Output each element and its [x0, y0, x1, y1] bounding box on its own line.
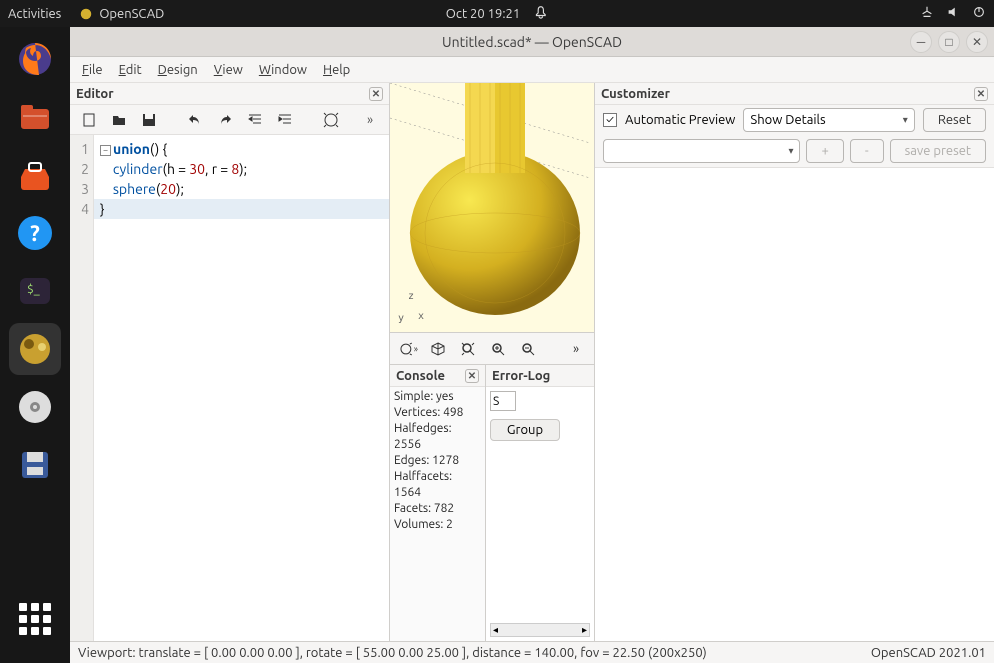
reset-button[interactable]: Reset	[923, 108, 986, 132]
autopreview-label: Automatic Preview	[625, 113, 735, 127]
svg-text:$_: $_	[27, 283, 40, 296]
undo-icon[interactable]	[184, 109, 206, 131]
ubuntu-dock: ? $_	[0, 27, 70, 663]
dock-save[interactable]	[9, 439, 61, 491]
save-preset-button[interactable]: save preset	[890, 139, 986, 163]
console-title: Console	[396, 369, 445, 383]
save-icon[interactable]	[138, 109, 160, 131]
remove-preset-button[interactable]: -	[850, 139, 884, 163]
network-icon[interactable]	[920, 5, 934, 22]
console-output[interactable]: Simple: yes Vertices: 498 Halfedges: 255…	[390, 387, 485, 641]
viewport-status: Viewport: translate = [ 0.00 0.00 0.00 ]…	[78, 646, 707, 660]
current-app[interactable]: OpenSCAD	[79, 7, 164, 21]
preview-icon[interactable]	[320, 109, 342, 131]
dock-disk[interactable]	[9, 381, 61, 433]
zoom-in-icon[interactable]	[488, 339, 508, 359]
axis-z-label: z	[408, 291, 414, 302]
customizer-close-icon[interactable]: ✕	[974, 87, 988, 101]
unindent-icon[interactable]	[244, 109, 266, 131]
dock-files[interactable]	[9, 91, 61, 143]
minimize-button[interactable]: ─	[910, 31, 932, 53]
code-editor[interactable]: 1 2 3 4 −union() { cylinder(h = 30, r = …	[70, 135, 389, 641]
customizer-title: Customizer	[601, 87, 670, 101]
customizer-body	[595, 167, 994, 641]
notification-icon[interactable]	[534, 5, 548, 22]
editor-close-icon[interactable]: ✕	[369, 87, 383, 101]
preset-combo[interactable]: ▾	[603, 139, 800, 163]
statusbar: Viewport: translate = [ 0.00 0.00 0.00 ]…	[70, 641, 994, 663]
gnome-topbar: Activities OpenSCAD Oct 20 19:21	[0, 0, 994, 27]
menu-design[interactable]: Design	[158, 63, 198, 77]
render-icon[interactable]: »	[398, 339, 418, 359]
close-button[interactable]: ✕	[966, 31, 988, 53]
axis-y-label: y	[398, 313, 404, 324]
activities-button[interactable]: Activities	[8, 7, 61, 21]
zoom-out-icon[interactable]	[518, 339, 538, 359]
dock-software[interactable]	[9, 149, 61, 201]
cube-icon[interactable]	[428, 339, 448, 359]
new-icon[interactable]	[78, 109, 100, 131]
menu-file[interactable]: File	[82, 63, 103, 77]
view-toolbar: » »	[390, 333, 594, 365]
console-close-icon[interactable]: ✕	[465, 369, 479, 383]
add-preset-button[interactable]: +	[806, 139, 843, 163]
errorlog-title: Error-Log	[492, 369, 550, 383]
menu-edit[interactable]: Edit	[119, 63, 142, 77]
maximize-button[interactable]: □	[938, 31, 960, 53]
errorlog-filter-input[interactable]	[490, 391, 516, 411]
menu-help[interactable]: Help	[323, 63, 350, 77]
redo-icon[interactable]	[214, 109, 236, 131]
fold-icon[interactable]: −	[100, 145, 111, 156]
titlebar[interactable]: Untitled.scad* — OpenSCAD ─ □ ✕	[70, 27, 994, 57]
view-more-icon[interactable]: »	[566, 339, 586, 359]
clock[interactable]: Oct 20 19:21	[446, 7, 520, 21]
zoom-fit-icon[interactable]	[458, 339, 478, 359]
errorlog-body: Group ◂▸	[486, 387, 594, 641]
open-icon[interactable]	[108, 109, 130, 131]
editor-title: Editor	[76, 87, 114, 101]
dock-firefox[interactable]	[9, 33, 61, 85]
dock-terminal[interactable]: $_	[9, 265, 61, 317]
chevron-down-icon: ▾	[903, 114, 908, 126]
svg-text:?: ?	[30, 221, 40, 246]
axis-x-label: x	[418, 311, 424, 322]
menu-view[interactable]: View	[214, 63, 243, 77]
editor-more-icon[interactable]: »	[359, 109, 381, 131]
editor-pane: Editor ✕ » 1 2 3	[70, 83, 390, 641]
dock-help[interactable]: ?	[9, 207, 61, 259]
autopreview-checkbox[interactable]: ✓	[603, 113, 617, 127]
chevron-down-icon: ▾	[788, 145, 793, 157]
power-icon[interactable]	[972, 5, 986, 22]
errorlog-scrollbar[interactable]: ◂▸	[490, 623, 590, 637]
openscad-icon	[79, 7, 93, 21]
window-title: Untitled.scad* — OpenSCAD	[70, 34, 994, 50]
version-label: OpenSCAD 2021.01	[871, 646, 986, 660]
editor-toolbar: »	[70, 105, 389, 135]
volume-icon[interactable]	[946, 5, 960, 22]
viewer-pane: z x y » » Console ✕ Sim	[390, 83, 595, 641]
errorlog-group-header[interactable]: Group	[490, 419, 560, 441]
details-combo[interactable]: Show Details ▾	[743, 108, 914, 132]
menu-window[interactable]: Window	[259, 63, 307, 77]
dock-show-apps[interactable]	[9, 593, 61, 645]
customizer-pane: Customizer ✕ ✓ Automatic Preview Show De…	[595, 83, 994, 641]
3d-viewport[interactable]: z x y	[390, 83, 594, 333]
openscad-window: Untitled.scad* — OpenSCAD ─ □ ✕ File Edi…	[70, 27, 994, 663]
indent-icon[interactable]	[274, 109, 296, 131]
dock-openscad[interactable]	[9, 323, 61, 375]
menubar: File Edit Design View Window Help	[70, 57, 994, 83]
line-gutter: 1 2 3 4	[70, 135, 94, 641]
